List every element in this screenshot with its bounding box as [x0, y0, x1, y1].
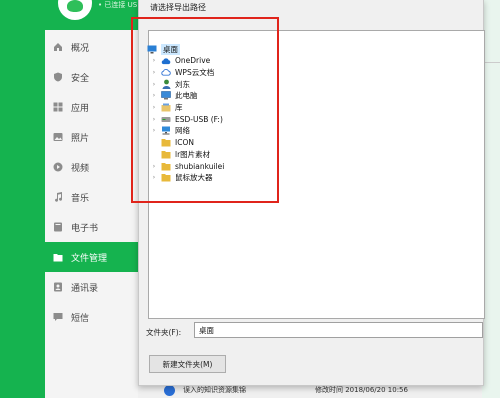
sidebar-item-label: 视频 — [71, 163, 90, 174]
red-highlight-box — [131, 17, 279, 203]
sidebar-item-label: 文件管理 — [71, 253, 108, 264]
sidebar-item-label: 音乐 — [71, 193, 90, 204]
sidebar-item-7[interactable]: 文件管理 — [45, 242, 138, 272]
sidebar-item-8[interactable]: 通讯录 — [45, 272, 138, 302]
background-file-name: 误入的知识资源集锦 — [183, 386, 246, 394]
sidebar-item-4[interactable]: 视频 — [45, 152, 138, 182]
connection-status: • 已连接 US — [98, 1, 138, 9]
folder-label: 文件夹(F): — [146, 328, 182, 337]
sidebar-item-2[interactable]: 应用 — [45, 92, 138, 122]
video-icon — [52, 162, 63, 173]
new-folder-button[interactable]: 新建文件夹(M) — [149, 355, 226, 373]
folder-icon — [52, 252, 63, 263]
sidebar-item-label: 安全 — [71, 73, 90, 84]
apps-icon — [52, 102, 63, 113]
sidebar-item-label: 应用 — [71, 103, 90, 114]
sidebar-item-label: 照片 — [71, 133, 90, 144]
dialog-title: 请选择导出路径 — [150, 3, 206, 12]
sidebar-item-6[interactable]: 电子书 — [45, 212, 138, 242]
shield-icon — [52, 72, 63, 83]
folder-input[interactable]: 桌面 — [194, 322, 483, 338]
background-file-modified: 修改时间 2018/06/20 10:56 — [315, 386, 408, 394]
sidebar-item-label: 概况 — [71, 43, 90, 54]
sidebar-item-label: 短信 — [71, 313, 90, 324]
home-icon — [52, 42, 63, 53]
sidebar-item-3[interactable]: 照片 — [45, 122, 138, 152]
ebook-icon — [52, 222, 63, 233]
file-icon — [164, 384, 175, 396]
music-icon — [52, 192, 63, 203]
sidebar-item-5[interactable]: 音乐 — [45, 182, 138, 212]
sidebar-item-9[interactable]: 短信 — [45, 302, 138, 332]
sms-icon — [52, 312, 63, 323]
sidebar-item-label: 通讯录 — [71, 283, 99, 294]
left-green-strip — [0, 0, 45, 398]
sidebar-item-1[interactable]: 安全 — [45, 62, 138, 92]
contacts-icon — [52, 282, 63, 293]
sidebar-item-label: 电子书 — [71, 223, 99, 234]
photo-icon — [52, 132, 63, 143]
sidebar-item-0[interactable]: 概况 — [45, 32, 138, 62]
